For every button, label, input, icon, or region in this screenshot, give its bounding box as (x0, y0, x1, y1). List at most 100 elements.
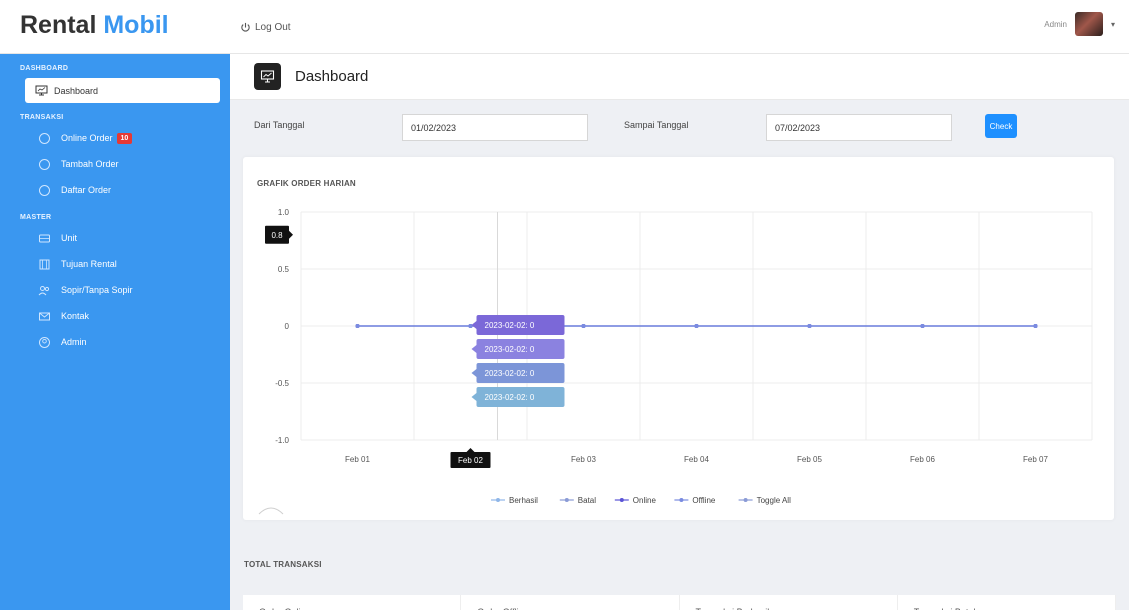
check-button[interactable]: Check (985, 114, 1017, 138)
legend-label[interactable]: Toggle All (757, 496, 791, 505)
dari-tanggal-label: Dari Tanggal (254, 120, 305, 130)
sidebar-item-label: Sopir/Tanpa Sopir (61, 285, 133, 295)
legend-label[interactable]: Berhasil (509, 496, 538, 505)
legend-marker (496, 498, 500, 502)
brand-logo[interactable]: Rental Mobil (0, 0, 230, 54)
user-name: Admin (1044, 19, 1067, 29)
sidebar-item-unit[interactable]: Unit (0, 225, 230, 251)
chart-watermark (258, 507, 284, 515)
data-point (468, 324, 473, 328)
dari-tanggal-input[interactable]: 01/02/2023 (402, 114, 588, 141)
card-order-online: Order Online (243, 595, 462, 610)
sidebar-header-transaksi: TRANSAKSI (20, 114, 64, 121)
hover-y-label: 0.8 (271, 231, 283, 240)
data-point (807, 324, 812, 328)
hover-x-label-arrow (466, 448, 475, 452)
brand-prefix: Rental (20, 11, 97, 39)
data-point (920, 324, 925, 328)
legend-label[interactable]: Offline (692, 496, 716, 505)
legend-marker (743, 498, 748, 502)
tooltip-arrow (471, 321, 477, 329)
logout-link[interactable]: Log Out (240, 22, 291, 33)
tooltip-label: 2023-02-02: 0 (485, 393, 535, 402)
x-tick-label: Feb 07 (1023, 455, 1048, 464)
chart-card: GRAFIK ORDER HARIAN 1.0 0.5 0 -0.5 -1.0 Feb 0… (243, 157, 1114, 520)
chevron-down-icon: ▾ (1110, 19, 1115, 29)
y-tick-label: 0.5 (278, 265, 290, 274)
sidebar-header-dashboard: DASHBOARD (20, 65, 69, 72)
legend-marker (619, 498, 624, 502)
sidebar-item-tujuan-rental[interactable]: Tujuan Rental (0, 251, 230, 277)
total-cards: Order Online Order Offline Transaksi Ber… (243, 595, 1116, 610)
x-tick-label: Feb 06 (910, 455, 935, 464)
sidebar-header-master: MASTER (20, 214, 52, 221)
page-title: Dashboard (295, 68, 369, 85)
sidebar-item-online-order[interactable]: Online Order 10 (0, 125, 230, 151)
power-icon (241, 22, 250, 32)
sidebar-item-label: Tujuan Rental (61, 259, 117, 269)
page-header: Dashboard (230, 54, 1129, 100)
car-icon (39, 234, 50, 242)
y-tick-label: 1.0 (278, 208, 290, 217)
x-tick-label: Feb 01 (345, 455, 370, 464)
sidebar-item-dashboard[interactable]: Dashboard (25, 78, 220, 103)
card-order-offline: Order Offline (461, 595, 680, 610)
dashboard-icon (254, 63, 281, 90)
sidebar-item-label: Tambah Order (61, 159, 119, 169)
y-tick-label: -1.0 (275, 436, 289, 445)
data-point (581, 324, 586, 328)
card-transaksi-berhasil: Transaksi Berhasil (680, 595, 898, 610)
users-icon (38, 285, 50, 295)
legend-label[interactable]: Batal (578, 496, 596, 505)
user-circle-icon (39, 336, 50, 348)
y-tick-label: -0.5 (275, 379, 289, 388)
building-icon (39, 259, 50, 269)
data-point (1033, 324, 1038, 328)
tooltip-arrow (471, 393, 477, 401)
sidebar-item-label: Dashboard (54, 85, 99, 96)
tooltip-arrow (471, 345, 477, 353)
daily-order-chart[interactable]: 1.0 0.5 0 -0.5 -1.0 Feb 01 Feb 02 Feb 03 Feb 04 F… (243, 157, 1114, 520)
sidebar-item-label: Online Order (61, 133, 113, 143)
sidebar-item-label: Kontak (61, 311, 90, 321)
legend-label[interactable]: Online (633, 496, 657, 505)
total-transaksi-title: TOTAL TRANSAKSI (244, 560, 322, 569)
brand-accent: Mobil (103, 11, 169, 39)
sidebar-item-kontak[interactable]: Kontak (0, 303, 230, 329)
sampai-tanggal-label: Sampai Tanggal (624, 120, 689, 130)
monitor-icon (35, 85, 48, 96)
order-count-badge: 10 (116, 132, 133, 144)
sidebar-item-label: Daftar Order (61, 185, 112, 195)
data-point (694, 324, 699, 328)
tooltip-label: 2023-02-02: 0 (485, 345, 535, 354)
date-filter: Dari Tanggal 01/02/2023 Sampai Tanggal 0… (230, 100, 1129, 155)
sidebar-item-label: Admin (61, 337, 87, 347)
sidebar-item-daftar-order[interactable]: Daftar Order (0, 177, 230, 203)
circle-icon (39, 132, 50, 144)
total-transaksi-section: TOTAL TRANSAKSI Order Online Order Offli… (230, 520, 1129, 610)
card-transaksi-batal: Transaksi Batal (898, 595, 1116, 610)
sampai-tanggal-input[interactable]: 07/02/2023 (766, 114, 952, 141)
y-tick-label: 0 (285, 322, 290, 331)
user-menu[interactable]: Admin ▾ (1044, 12, 1115, 36)
sidebar: DASHBOARD Dashboard TRANSAKSI Online Ord… (0, 54, 230, 610)
circle-icon (39, 158, 50, 170)
hover-x-label: Feb 02 (458, 456, 483, 465)
sidebar-item-label: Unit (61, 233, 78, 243)
tooltip-arrow (471, 369, 477, 377)
envelope-icon (39, 312, 50, 320)
sidebar-item-sopir[interactable]: Sopir/Tanpa Sopir (0, 277, 230, 303)
circle-icon (39, 184, 50, 196)
hover-y-label-arrow (289, 230, 293, 239)
legend-marker (564, 498, 569, 502)
tooltip-label: 2023-02-02: 0 (485, 369, 535, 378)
x-tick-label: Feb 03 (571, 455, 596, 464)
data-point (355, 324, 360, 328)
sidebar-item-tambah-order[interactable]: Tambah Order (0, 151, 230, 177)
legend-marker (679, 498, 684, 502)
x-tick-label: Feb 04 (684, 455, 709, 464)
tooltip-label: 2023-02-02: 0 (485, 321, 535, 330)
top-navbar: Rental Mobil Log Out Admin ▾ (0, 0, 1129, 54)
sidebar-item-admin[interactable]: Admin (0, 329, 230, 355)
avatar (1074, 12, 1103, 36)
